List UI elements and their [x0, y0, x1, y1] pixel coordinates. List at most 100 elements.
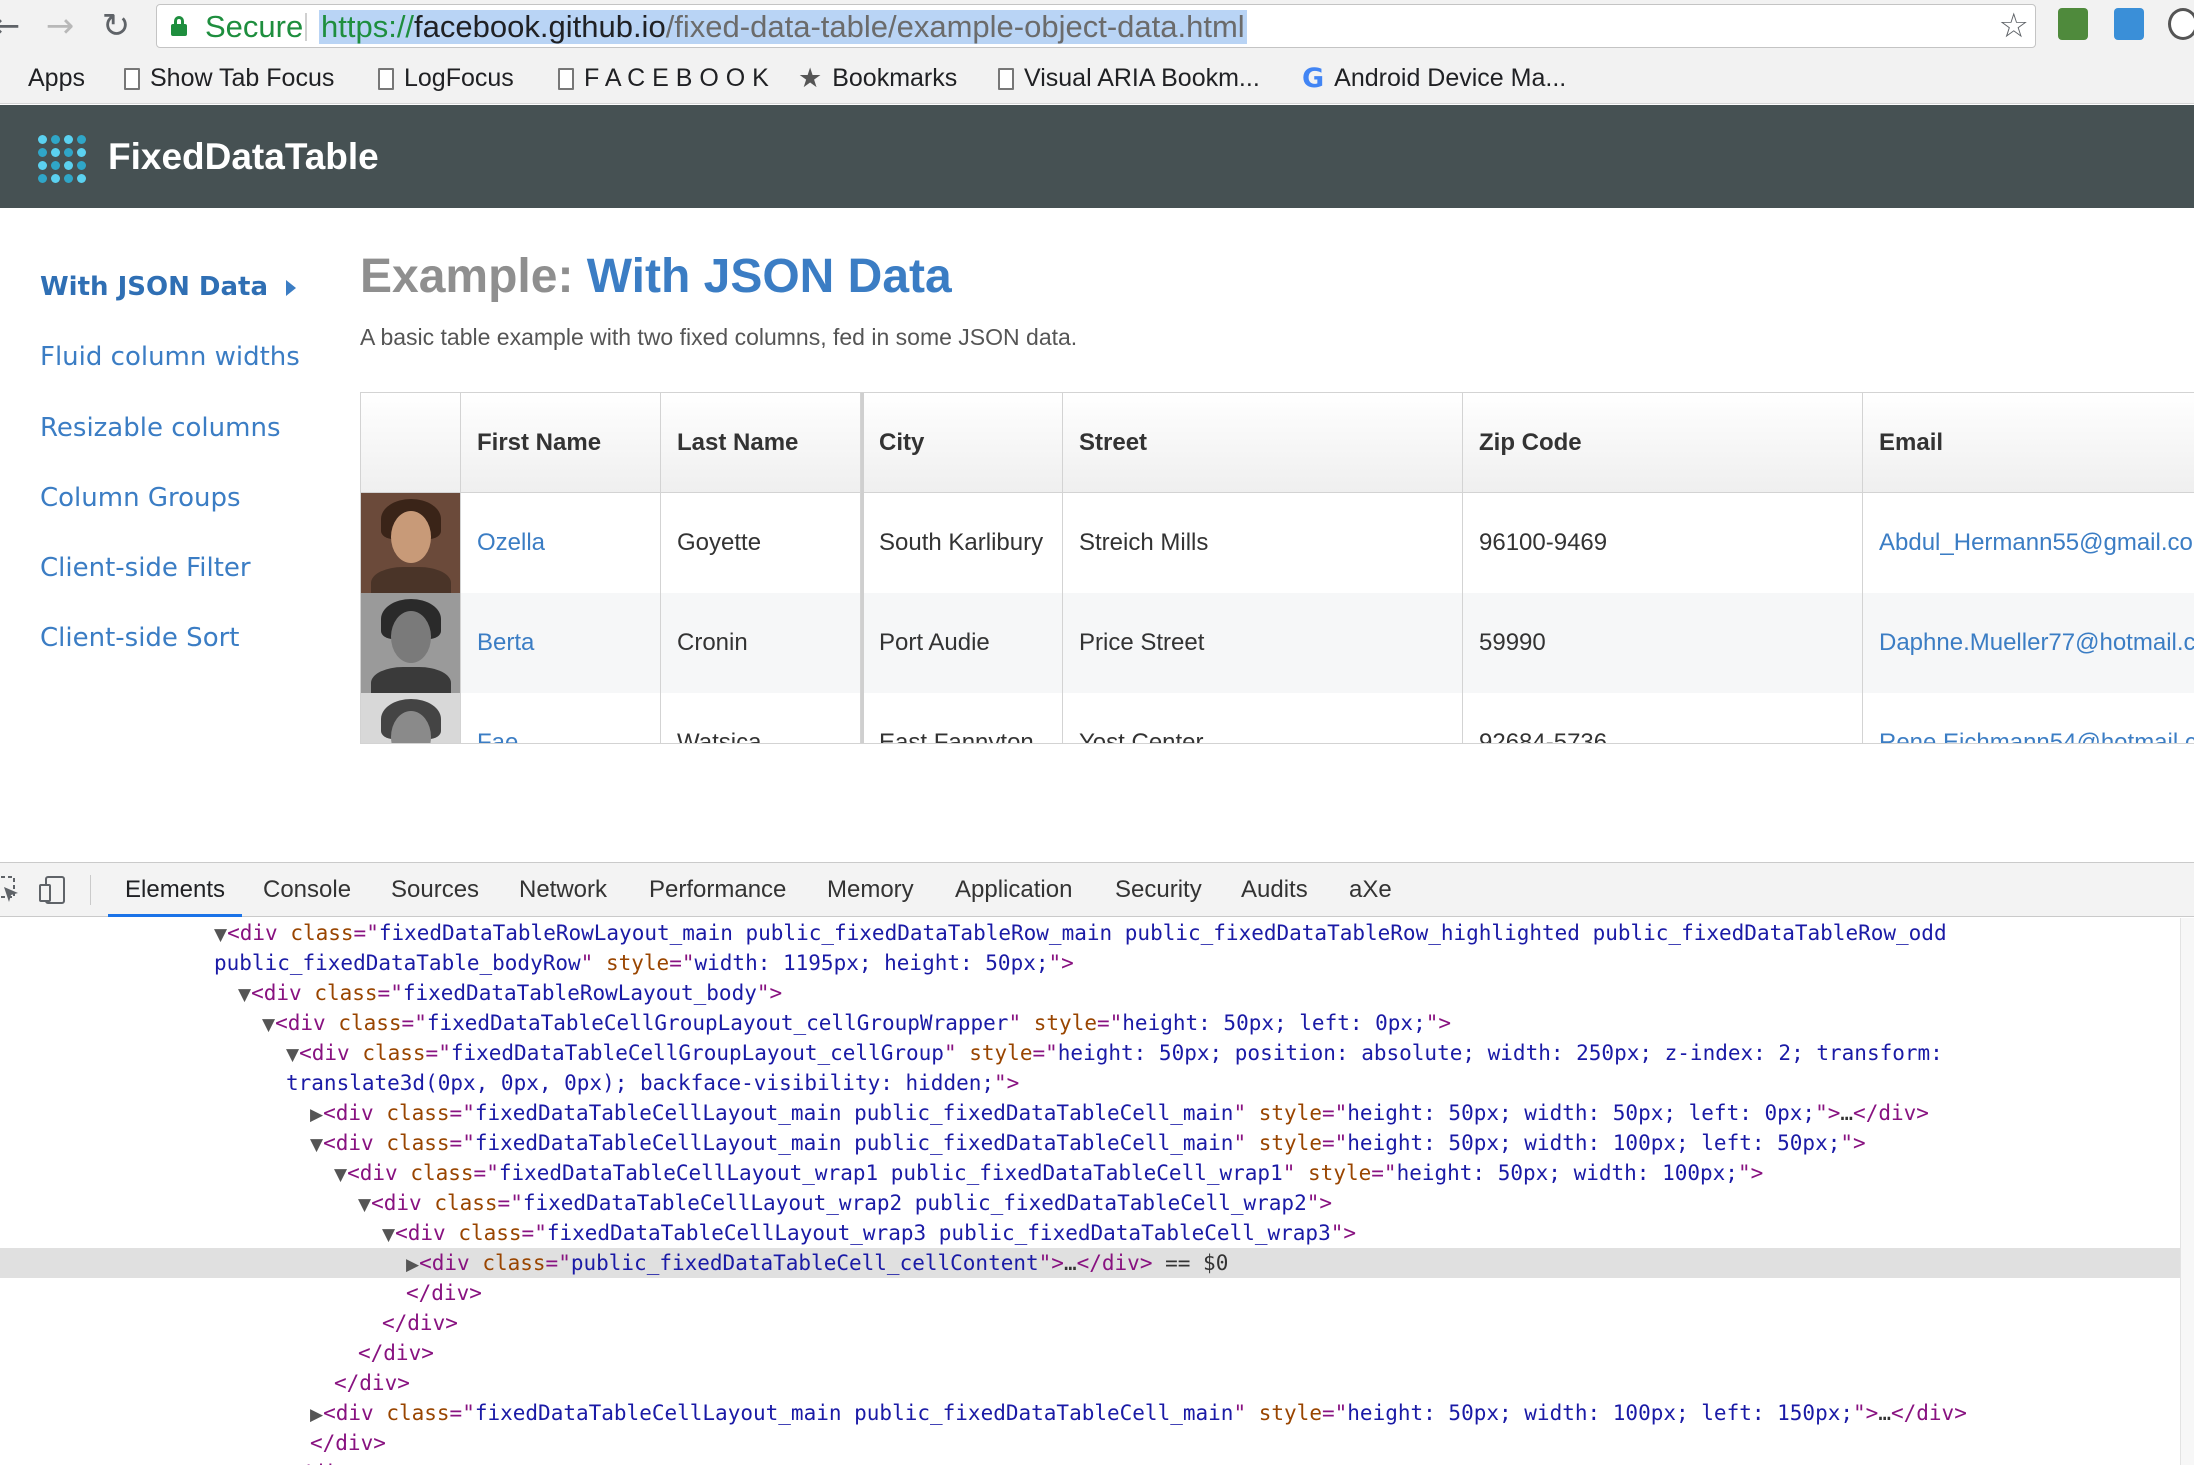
- tab-application[interactable]: Application: [955, 863, 1072, 917]
- bookmark-android-device[interactable]: G Android Device Ma...: [1302, 62, 1566, 94]
- page-icon: [998, 68, 1014, 91]
- avatar: [361, 593, 461, 693]
- url-path: /fixed-data-table/example-object-data.ht…: [665, 9, 1245, 44]
- elements-scrollbar[interactable]: [2180, 918, 2194, 1465]
- tab-axe[interactable]: aXe: [1349, 863, 1392, 917]
- site-title[interactable]: FixedDataTable: [108, 135, 379, 179]
- devtools-tab-bar: Elements Console Sources Network Perform…: [0, 863, 2194, 917]
- cell-last-name: Cronin: [661, 593, 861, 693]
- secure-label: Secure: [205, 9, 304, 44]
- cell-first-name[interactable]: Berta: [461, 593, 661, 693]
- data-table: First Name Last Name City Street Zip Cod…: [360, 392, 2194, 744]
- sidebar-item-client-side-filter[interactable]: Client-side Filter: [40, 551, 251, 585]
- page-icon: [558, 68, 574, 91]
- bookmark-show-tab-focus[interactable]: Show Tab Focus: [124, 62, 334, 94]
- cell-email[interactable]: Rene.Eichmann54@hotmail.com: [1863, 693, 2194, 743]
- page-description: A basic table example with two fixed col…: [360, 324, 1078, 350]
- avatar: [361, 493, 461, 593]
- cell-street: Price Street: [1063, 593, 1463, 693]
- dom-node-line[interactable]: </div>: [0, 1278, 2180, 1308]
- bookmark-label: LogFocus: [404, 64, 514, 92]
- table-header: First Name Last Name City Street Zip Cod…: [361, 393, 2194, 493]
- selected-node-marker: == $0: [1165, 1251, 1229, 1275]
- dom-node-line[interactable]: public_fixedDataTable_bodyRow" style="wi…: [0, 948, 2180, 978]
- bookmark-apps[interactable]: Apps: [0, 62, 85, 94]
- page-title: Example: With JSON Data: [360, 248, 952, 306]
- column-header-avatar: [361, 393, 461, 493]
- title-main: With JSON Data: [586, 250, 952, 303]
- tab-performance[interactable]: Performance: [649, 863, 786, 917]
- back-arrow-icon[interactable]: ←: [0, 6, 26, 46]
- omnibox-divider: [305, 13, 307, 41]
- selected-dom-node[interactable]: ▶<div class="public_fixedDataTableCell_c…: [0, 1248, 2180, 1278]
- tab-sources[interactable]: Sources: [391, 863, 479, 917]
- cell-city: South Karlibury: [863, 493, 1063, 593]
- cell-email[interactable]: Abdul_Hermann55@gmail.com: [1863, 493, 2194, 593]
- cell-first-name[interactable]: Fae: [461, 693, 661, 743]
- bookmark-star-icon[interactable]: ☆: [1999, 7, 2029, 45]
- table-row: Ozella Goyette South Karlibury Streich M…: [361, 493, 2194, 593]
- device-toolbar-icon[interactable]: [38, 875, 68, 905]
- bookmark-label: Visual ARIA Bookm...: [1024, 64, 1260, 92]
- avatar: [361, 693, 461, 743]
- cell-zip-code: 96100-9469: [1463, 493, 1863, 593]
- column-header-street: Street: [1063, 393, 1463, 493]
- address-bar[interactable]: Secure https://facebook.github.io/fixed-…: [156, 4, 2036, 48]
- page-icon: [124, 68, 140, 91]
- extension-icon[interactable]: [2114, 8, 2144, 40]
- sidebar-item-client-side-sort[interactable]: Client-side Sort: [40, 621, 239, 655]
- url-host: facebook.github.io: [414, 9, 666, 44]
- cell-last-name: Watsica: [661, 693, 861, 743]
- dom-node-line[interactable]: ▼<div class="fixedDataTableCellLayout_ma…: [0, 1128, 2180, 1158]
- dom-node-line[interactable]: ▼<div class="fixedDataTableCellGroupLayo…: [0, 1008, 2180, 1038]
- bookmark-label: Show Tab Focus: [150, 64, 335, 92]
- forward-arrow-icon[interactable]: →: [40, 6, 80, 46]
- cell-zip-code: 59990: [1463, 593, 1863, 693]
- inspect-element-icon[interactable]: [0, 875, 22, 905]
- dom-node-line[interactable]: </div>: [0, 1368, 2180, 1398]
- tab-elements[interactable]: Elements: [108, 863, 243, 917]
- dom-node-line[interactable]: ▶<div class="fixedDataTableCellLayout_ma…: [0, 1398, 2180, 1428]
- tab-security[interactable]: Security: [1115, 863, 1202, 917]
- cell-last-name: Goyette: [661, 493, 861, 593]
- bookmark-label: Bookmarks: [832, 64, 958, 92]
- dom-node-line[interactable]: ▼<div class="fixedDataTableRowLayout_bod…: [0, 978, 2180, 1008]
- tab-memory[interactable]: Memory: [827, 863, 914, 917]
- extension-icon[interactable]: [2058, 8, 2088, 40]
- sidebar-item-with-json-data[interactable]: With JSON Data: [40, 270, 296, 304]
- page-icon: [378, 68, 394, 91]
- bookmark-logfocus[interactable]: LogFocus: [378, 62, 514, 94]
- tab-console[interactable]: Console: [263, 863, 351, 917]
- dom-node-line[interactable]: ▼<div class="fixedDataTableCellLayout_wr…: [0, 1218, 2180, 1248]
- dom-node-line[interactable]: ▼<div class="fixedDataTableRowLayout_mai…: [0, 918, 2180, 948]
- dom-node-line[interactable]: ▼<div class="fixedDataTableCellGroupLayo…: [0, 1038, 2180, 1068]
- dom-node-line[interactable]: ▼<div class="fixedDataTableCellLayout_wr…: [0, 1158, 2180, 1188]
- bookmark-visual-aria[interactable]: Visual ARIA Bookm...: [998, 62, 1260, 94]
- dom-node-line[interactable]: translate3d(0px, 0px, 0px); backface-vis…: [0, 1068, 2180, 1098]
- table-row: Fae Watsica East Fannyton Yost Center 92…: [361, 693, 2194, 743]
- sidebar-item-resizable-columns[interactable]: Resizable columns: [40, 411, 281, 445]
- column-header-zip-code: Zip Code: [1463, 393, 1863, 493]
- extension-icon[interactable]: [2168, 8, 2194, 40]
- url-text[interactable]: https://facebook.github.io/fixed-data-ta…: [319, 10, 1247, 44]
- dom-node-line[interactable]: ▼<div class="fixedDataTableCellLayout_wr…: [0, 1188, 2180, 1218]
- cell-first-name[interactable]: Ozella: [461, 493, 661, 593]
- tab-network[interactable]: Network: [519, 863, 607, 917]
- tab-audits[interactable]: Audits: [1241, 863, 1308, 917]
- devtools-panel: Elements Console Sources Network Perform…: [0, 862, 2194, 1465]
- dom-node-line[interactable]: </div>: [0, 1428, 2180, 1458]
- sidebar-item-label: With JSON Data: [40, 272, 268, 302]
- dom-node-line[interactable]: ▶<div class="fixedDataTableCellLayout_ma…: [0, 1098, 2180, 1128]
- dom-node-line[interactable]: </div>: [0, 1338, 2180, 1368]
- dom-node-line[interactable]: </div>: [0, 1308, 2180, 1338]
- browser-toolbar: ← → ↻ Secure https://facebook.github.io/…: [0, 0, 2194, 52]
- reload-icon[interactable]: ↻: [96, 6, 136, 46]
- bookmark-facebook[interactable]: F A C E B O O K: [558, 62, 769, 94]
- table-row: Berta Cronin Port Audie Price Street 599…: [361, 593, 2194, 693]
- bookmark-bookmarks[interactable]: ★ Bookmarks: [798, 62, 957, 94]
- cell-email[interactable]: Daphne.Mueller77@hotmail.com: [1863, 593, 2194, 693]
- toolbar-divider: [90, 875, 91, 905]
- column-header-city: City: [863, 393, 1063, 493]
- sidebar-item-column-groups[interactable]: Column Groups: [40, 481, 241, 515]
- sidebar-item-fluid-column-widths[interactable]: Fluid column widths: [40, 340, 300, 374]
